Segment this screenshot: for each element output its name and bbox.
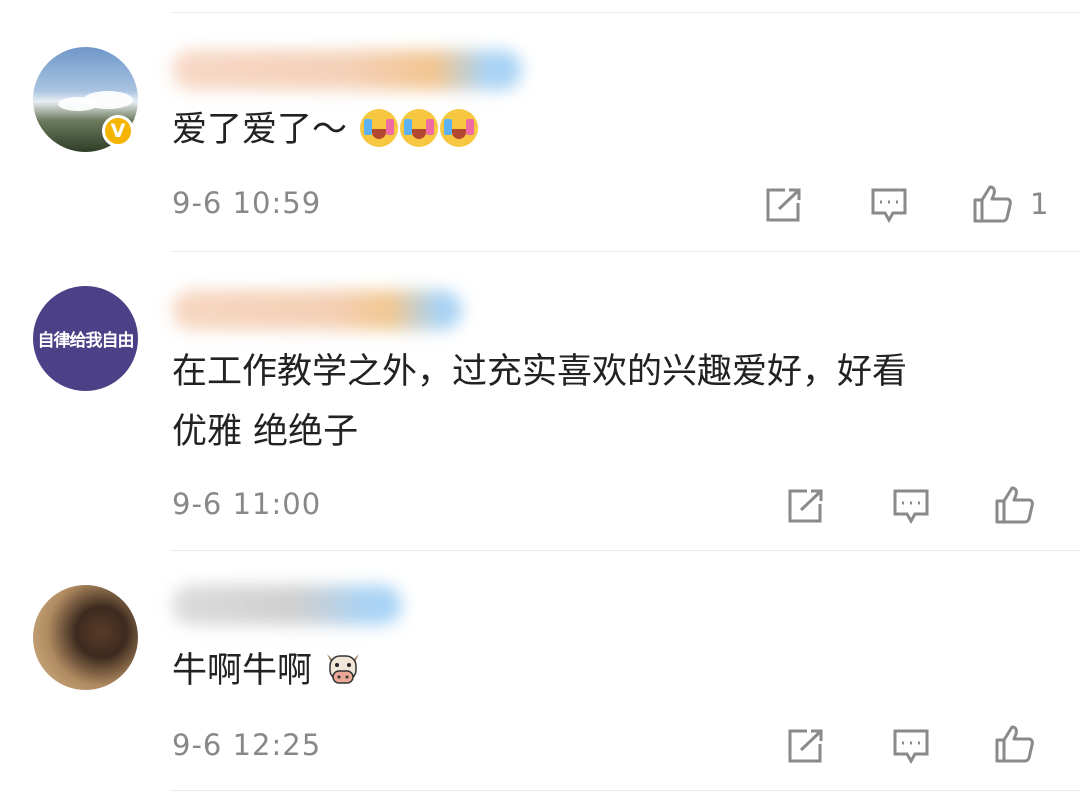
avatar[interactable]: 自律给我自由	[33, 286, 138, 391]
comment-time: 9-6 12:25	[172, 728, 322, 762]
comment-item: 牛啊牛啊 9-6 12:25	[0, 551, 1080, 792]
thumbs-up-icon	[995, 486, 1034, 524]
divider	[170, 790, 1080, 791]
avatar[interactable]	[33, 585, 138, 690]
share-icon	[766, 188, 801, 222]
like-button[interactable]	[994, 485, 1036, 525]
comment-icon	[893, 729, 929, 764]
comment-item: 自律给我自由 在工作教学之外，过充实喜欢的兴趣爱好，好看 优雅 绝绝子 9-6 …	[0, 252, 1080, 550]
thumbs-up-icon	[973, 185, 1012, 223]
comment-content: 爱了爱了～	[172, 100, 479, 160]
share-icon	[788, 489, 823, 523]
comment-content: 牛啊牛啊	[172, 641, 363, 701]
crying-laughing-emoji	[360, 109, 399, 147]
comment-item: V 爱了爱了～ 9-6 10:59 1	[0, 0, 1080, 252]
crying-laughing-emoji	[400, 109, 439, 147]
cow-emoji	[323, 647, 363, 687]
share-button[interactable]	[765, 187, 803, 223]
share-icon	[788, 729, 823, 763]
username-blurred[interactable]	[172, 50, 522, 90]
verified-badge: V	[102, 115, 134, 147]
reply-button[interactable]	[892, 728, 930, 764]
comment-icon	[893, 489, 929, 524]
reply-button[interactable]	[870, 187, 908, 223]
comment-time: 9-6 11:00	[172, 487, 322, 521]
avatar-text: 自律给我自由	[37, 331, 135, 351]
reply-button[interactable]	[892, 488, 930, 524]
comment-time: 9-6 10:59	[172, 186, 322, 220]
like-button[interactable]	[994, 724, 1036, 764]
username-blurred[interactable]	[172, 290, 462, 330]
like-button[interactable]: 1	[972, 184, 1048, 224]
comment-icon	[871, 188, 907, 223]
like-count: 1	[1030, 187, 1049, 221]
username-blurred[interactable]	[172, 585, 402, 625]
comment-content: 在工作教学之外，过充实喜欢的兴趣爱好，好看 优雅 绝绝子	[172, 352, 908, 452]
share-button[interactable]	[787, 728, 825, 764]
share-button[interactable]	[787, 488, 825, 524]
crying-laughing-emoji	[440, 109, 479, 147]
thumbs-up-icon	[995, 725, 1034, 763]
